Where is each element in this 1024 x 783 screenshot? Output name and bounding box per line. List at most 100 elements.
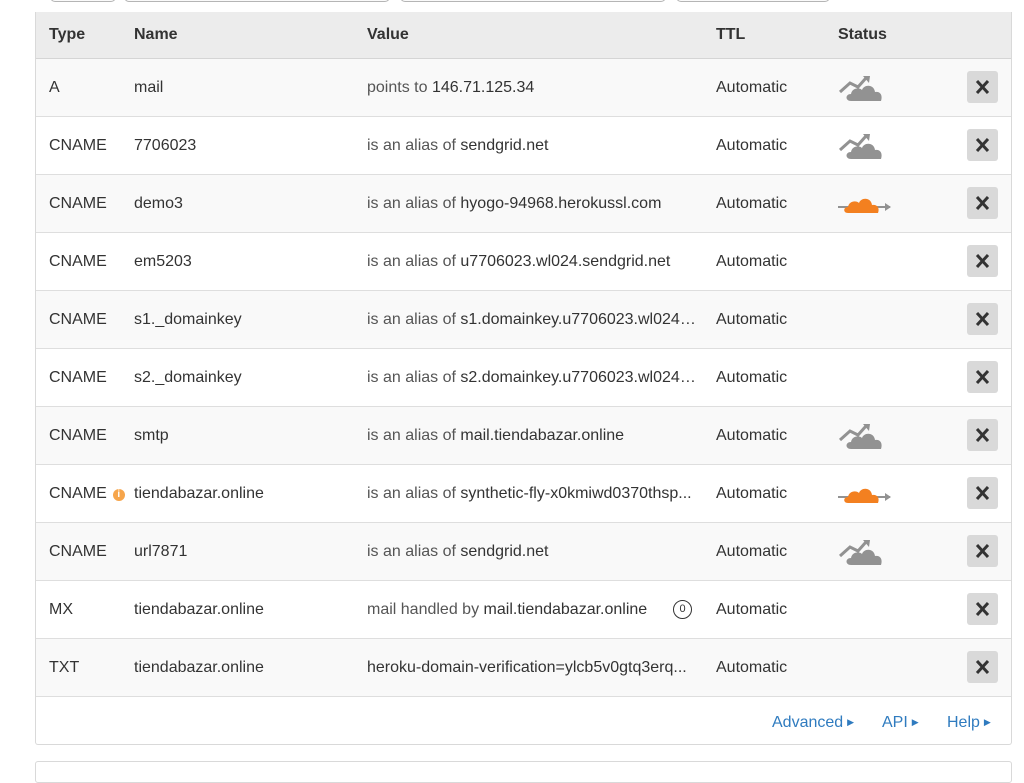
proxied-icon[interactable] (836, 478, 892, 510)
record-ttl[interactable]: Automatic (716, 79, 787, 97)
close-icon (975, 660, 990, 674)
delete-record-button[interactable] (967, 419, 998, 451)
record-value[interactable]: is an alias of mail.tiendabazar.online (367, 427, 697, 445)
record-type-label: MX (49, 601, 73, 618)
record-value[interactable]: is an alias of synthetic-fly-x0kmiwd0370… (367, 485, 697, 503)
column-header-value[interactable]: Value (367, 26, 409, 44)
close-icon (975, 370, 990, 384)
filter-control[interactable] (400, 0, 666, 2)
table-footer: Advanced ▶ API ▶ Help ▶ (36, 699, 1011, 744)
api-link[interactable]: API ▶ (882, 714, 919, 732)
record-type-label: CNAME (49, 427, 107, 444)
table-row[interactable]: CNAME s1._domainkey is an alias of s1.doma… (36, 291, 1011, 349)
record-ttl[interactable]: Automatic (716, 601, 787, 619)
record-name[interactable]: em5203 (134, 253, 192, 271)
table-row[interactable]: CNAME url7871 is an alias of sendgrid.net A… (36, 523, 1011, 581)
record-value[interactable]: points to 146.71.125.34 (367, 79, 697, 97)
delete-record-button[interactable] (967, 535, 998, 567)
table-row[interactable]: Amail points to 146.71.125.34 Automatic (36, 59, 1011, 117)
record-name[interactable]: s2._domainkey (134, 369, 242, 387)
record-value[interactable]: is an alias of sendgrid.net (367, 137, 697, 155)
record-name[interactable]: 7706023 (134, 137, 196, 155)
help-link[interactable]: Help ▶ (947, 714, 991, 732)
caret-right-icon: ▶ (983, 717, 991, 727)
table-row[interactable]: TXT tiendabazar.online heroku-domain-verif… (36, 639, 1011, 697)
dns-only-icon[interactable] (836, 536, 892, 568)
record-name[interactable]: mail (134, 79, 163, 97)
mx-priority-badge[interactable]: 0 (673, 600, 692, 619)
record-type: A (49, 79, 60, 97)
column-header-type[interactable]: Type (49, 26, 85, 44)
record-ttl[interactable]: Automatic (716, 427, 787, 445)
dns-only-icon[interactable] (836, 420, 892, 452)
delete-record-button[interactable] (967, 593, 998, 625)
delete-record-button[interactable] (967, 71, 998, 103)
record-value[interactable]: is an alias of sendgrid.net (367, 543, 697, 561)
column-header-ttl[interactable]: TTL (716, 26, 745, 44)
advanced-link[interactable]: Advanced ▶ (772, 714, 854, 732)
record-ttl[interactable]: Automatic (716, 311, 787, 329)
caret-right-icon: ▶ (847, 717, 855, 727)
close-icon (975, 602, 990, 616)
record-ttl[interactable]: Automatic (716, 543, 787, 561)
filter-control[interactable] (124, 0, 390, 2)
record-type-label: CNAME (49, 137, 107, 154)
delete-record-button[interactable] (967, 245, 998, 277)
record-type-label: A (49, 79, 60, 96)
dns-only-icon[interactable] (836, 130, 892, 162)
record-value[interactable]: is an alias of s2.domainkey.u7706023.wl0… (367, 369, 697, 387)
delete-record-button[interactable] (967, 129, 998, 161)
record-value-prefix: is an alias of (367, 195, 456, 212)
record-name[interactable]: tiendabazar.online (134, 485, 264, 503)
table-row[interactable]: CNAME em5203 is an alias of u7706023.wl024… (36, 233, 1011, 291)
record-ttl[interactable]: Automatic (716, 485, 787, 503)
record-type-label: CNAME (49, 369, 107, 386)
record-ttl[interactable]: Automatic (716, 137, 787, 155)
record-value-prefix: is an alias of (367, 427, 456, 444)
table-row[interactable]: CNAME 7706023 is an alias of sendgrid.net A… (36, 117, 1011, 175)
delete-record-button[interactable] (967, 303, 998, 335)
filter-control[interactable] (676, 0, 830, 2)
record-name[interactable]: smtp (134, 427, 169, 445)
close-icon (975, 254, 990, 268)
delete-record-button[interactable] (967, 361, 998, 393)
record-value[interactable]: is an alias of hyogo-94968.herokussl.com (367, 195, 697, 213)
filter-control[interactable] (50, 0, 116, 2)
table-row[interactable]: MX tiendabazar.online mail handled by mail… (36, 581, 1011, 639)
record-ttl[interactable]: Automatic (716, 253, 787, 271)
table-row[interactable]: CNAME smtp is an alias of mail.tiendabazar… (36, 407, 1011, 465)
record-ttl[interactable]: Automatic (716, 369, 787, 387)
record-ttl[interactable]: Automatic (716, 195, 787, 213)
record-value-prefix: mail handled by (367, 601, 480, 618)
record-value[interactable]: heroku-domain-verification=ylcb5v0gtq3er… (367, 659, 697, 677)
close-icon (975, 196, 990, 210)
column-header-status[interactable]: Status (838, 26, 887, 44)
record-name[interactable]: s1._domainkey (134, 311, 242, 329)
dns-only-icon[interactable] (836, 72, 892, 104)
delete-record-button[interactable] (967, 651, 998, 683)
record-value[interactable]: is an alias of s1.domainkey.u7706023.wl0… (367, 311, 697, 329)
record-type: CNAME (49, 311, 107, 329)
record-value-target: s1.domainkey.u7706023.wl024.s... (460, 311, 697, 328)
record-ttl[interactable]: Automatic (716, 659, 787, 677)
record-name[interactable]: tiendabazar.online (134, 659, 264, 677)
info-icon[interactable]: i (112, 489, 125, 501)
table-row[interactable]: CNAME s2._domainkey is an alias of s2.doma… (36, 349, 1011, 407)
table-row[interactable]: CNAME demo3 is an alias of hyogo-94968.her… (36, 175, 1011, 233)
proxied-icon[interactable] (836, 188, 892, 220)
record-name[interactable]: url7871 (134, 543, 187, 561)
record-value-prefix: is an alias of (367, 369, 456, 386)
table-row[interactable]: CNAME i tiendabazar.online is an alias of s… (36, 465, 1011, 523)
record-value[interactable]: mail handled by mail.tiendabazar.online (367, 601, 697, 619)
record-name[interactable]: tiendabazar.online (134, 601, 264, 619)
advanced-link-label: Advanced (772, 714, 844, 731)
record-value[interactable]: is an alias of u7706023.wl024.sendgrid.n… (367, 253, 697, 271)
record-name[interactable]: demo3 (134, 195, 183, 213)
delete-record-button[interactable] (967, 187, 998, 219)
record-type-label: CNAME (49, 543, 107, 560)
help-link-label: Help (947, 714, 980, 731)
delete-record-button[interactable] (967, 477, 998, 509)
record-type: CNAME i (49, 485, 125, 503)
next-panel (35, 761, 1012, 783)
column-header-name[interactable]: Name (134, 26, 178, 44)
